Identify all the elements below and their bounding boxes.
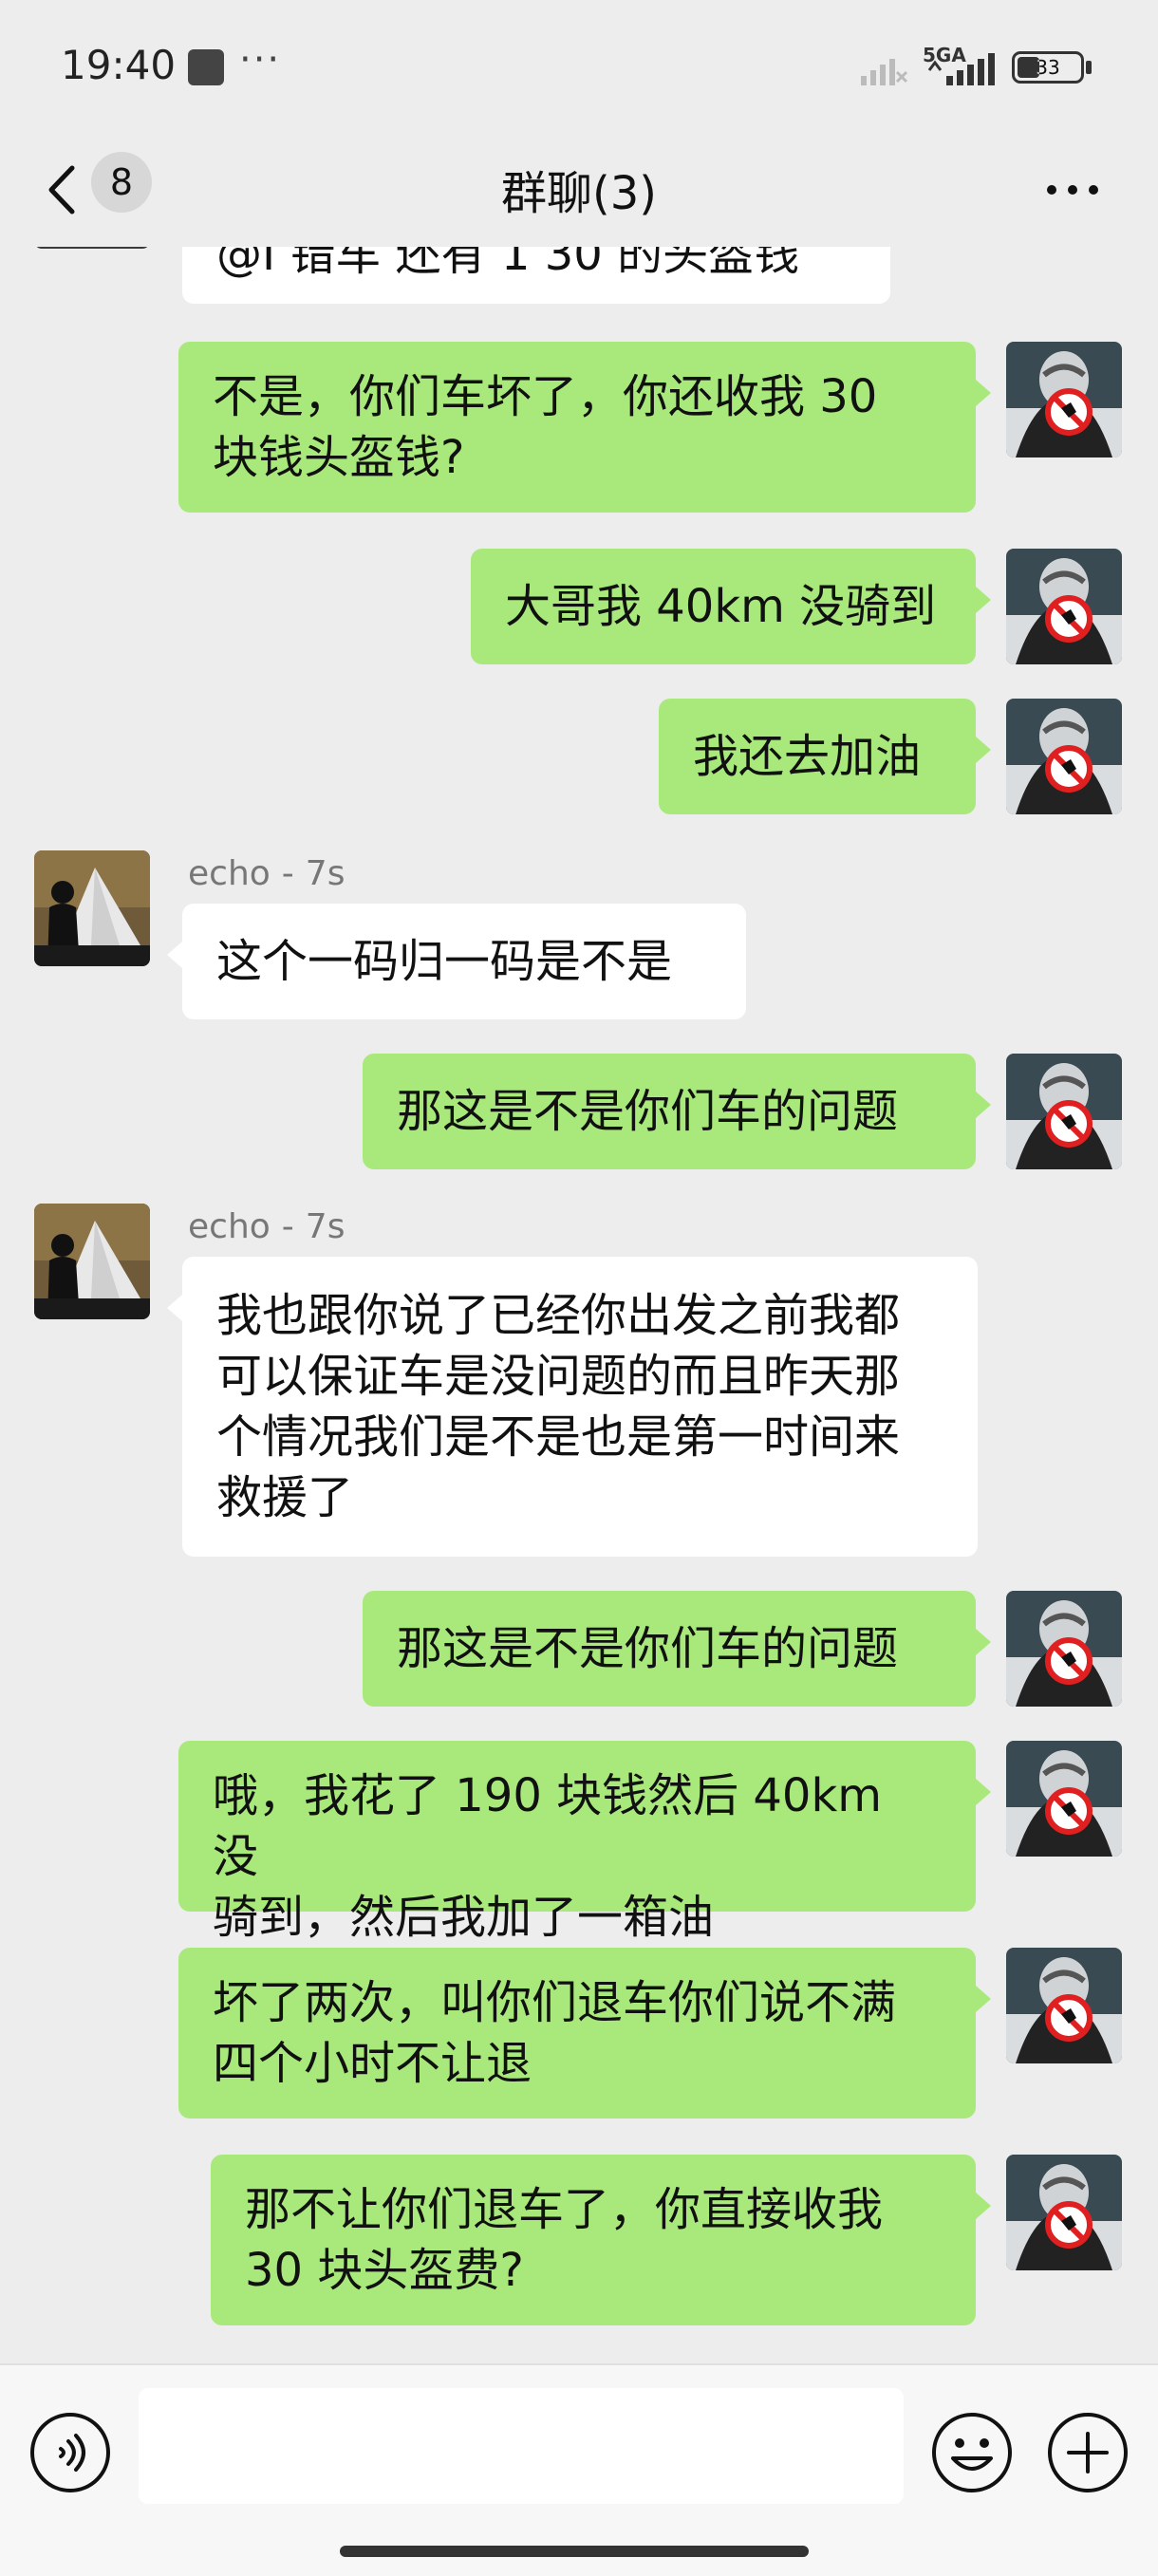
message-line: 不是，你们车坏了，你还收我 30 bbox=[213, 370, 878, 423]
message-line: 那不让你们退车了，你直接收我 bbox=[245, 2183, 884, 2236]
message-list[interactable]: @I 错车 还有 1 30 的头盔钱 不是，你们车坏了，你还收我 30 块钱头盔… bbox=[0, 247, 1158, 2363]
more-notifications-icon: ··· bbox=[239, 38, 282, 82]
message-line: 哦，我花了 190 块钱然后 40km 没 bbox=[213, 1769, 883, 1883]
sent-message[interactable]: 我还去加油 bbox=[659, 699, 991, 814]
sent-message[interactable]: 那这是不是你们车的问题 bbox=[363, 1054, 991, 1169]
my-avatar[interactable] bbox=[1006, 1591, 1122, 1707]
message-line: 可以保证车是没问题的而且昨天那 bbox=[216, 1350, 901, 1403]
emoji-icon[interactable] bbox=[930, 2411, 1014, 2494]
message-line: 个情况我们是不是也是第一时间来 bbox=[216, 1410, 901, 1464]
input-bar bbox=[0, 2363, 1158, 2576]
sent-message[interactable]: 坏了两次，叫你们退车你们说不满 四个小时不让退 bbox=[178, 1948, 991, 2119]
battery-icon: 33 bbox=[1012, 51, 1084, 84]
message-line: 块钱头盔钱? bbox=[213, 431, 465, 484]
voice-input-icon[interactable] bbox=[28, 2411, 112, 2494]
sent-message[interactable]: 那不让你们退车了，你直接收我 30 块头盔费? bbox=[211, 2155, 991, 2325]
battery-level: 33 bbox=[1036, 56, 1060, 79]
sent-message[interactable]: 那这是不是你们车的问题 bbox=[363, 1591, 991, 1707]
echo-avatar[interactable] bbox=[34, 850, 150, 966]
message-text: 这个一码归一码是不是 bbox=[216, 935, 673, 988]
echo-avatar[interactable] bbox=[34, 1204, 150, 1319]
my-avatar[interactable] bbox=[1006, 1741, 1122, 1857]
message-line: 骑到，然后我加了一箱油 bbox=[213, 1891, 715, 1944]
message-time: 7s bbox=[305, 1207, 346, 1246]
message-time: 7s bbox=[305, 854, 346, 893]
add-attachment-icon[interactable] bbox=[1046, 2411, 1130, 2494]
message-input[interactable] bbox=[139, 2388, 904, 2504]
received-message[interactable]: @I 错车 还有 1 30 的头盔钱 bbox=[182, 247, 890, 304]
message-line: 四个小时不让退 bbox=[213, 2037, 532, 2090]
my-avatar[interactable] bbox=[1006, 342, 1122, 457]
message-line: 我也跟你说了已经你出发之前我都 bbox=[216, 1289, 901, 1342]
my-avatar[interactable] bbox=[1006, 2155, 1122, 2270]
message-text: @I 错车 还有 1 30 的头盔钱 bbox=[216, 247, 800, 281]
received-avatar[interactable] bbox=[34, 247, 150, 249]
sender-info: echo -7s bbox=[188, 1207, 346, 1246]
sent-message[interactable]: 哦，我花了 190 块钱然后 40km 没 骑到，然后我加了一箱油 bbox=[178, 1741, 991, 1944]
sent-message[interactable]: 大哥我 40km 没骑到 bbox=[471, 549, 991, 664]
cellular-signal-icon bbox=[927, 53, 995, 85]
message-text: 那这是不是你们车的问题 bbox=[397, 1085, 899, 1138]
received-message[interactable]: 这个一码归一码是不是 bbox=[167, 904, 746, 1019]
sender-info: echo -7s bbox=[188, 854, 346, 893]
chat-title: 群聊(3) bbox=[501, 167, 657, 220]
message-text: 大哥我 40km 没骑到 bbox=[505, 580, 937, 633]
message-line: 30 块头盔费? bbox=[245, 2244, 524, 2297]
status-time: 19:40 bbox=[61, 42, 177, 88]
more-options-icon[interactable] bbox=[1044, 180, 1101, 199]
my-avatar[interactable] bbox=[1006, 1948, 1122, 2063]
message-text: 我还去加油 bbox=[693, 730, 922, 783]
battery-tip bbox=[1086, 61, 1092, 74]
chat-header: 8 群聊(3) bbox=[0, 133, 1158, 247]
received-message[interactable]: 我也跟你说了已经你出发之前我都 可以保证车是没问题的而且昨天那 个情况我们是不是… bbox=[167, 1257, 978, 1557]
message-line: 救援了 bbox=[216, 1471, 354, 1524]
home-indicator[interactable] bbox=[340, 2546, 809, 2557]
my-avatar[interactable] bbox=[1006, 549, 1122, 664]
message-line: 坏了两次，叫你们退车你们说不满 bbox=[213, 1976, 897, 2029]
sent-message[interactable]: 不是，你们车坏了，你还收我 30 块钱头盔钱? bbox=[178, 342, 991, 513]
my-avatar[interactable] bbox=[1006, 1054, 1122, 1169]
signal-icon bbox=[861, 59, 908, 85]
my-avatar[interactable] bbox=[1006, 699, 1122, 814]
app-notification-icon bbox=[188, 49, 224, 85]
sender-name: echo bbox=[188, 854, 271, 893]
message-text: 那这是不是你们车的问题 bbox=[397, 1622, 899, 1675]
status-bar: 19:40 ··· 5GA 33 bbox=[0, 0, 1158, 133]
sender-name: echo bbox=[188, 1207, 271, 1246]
